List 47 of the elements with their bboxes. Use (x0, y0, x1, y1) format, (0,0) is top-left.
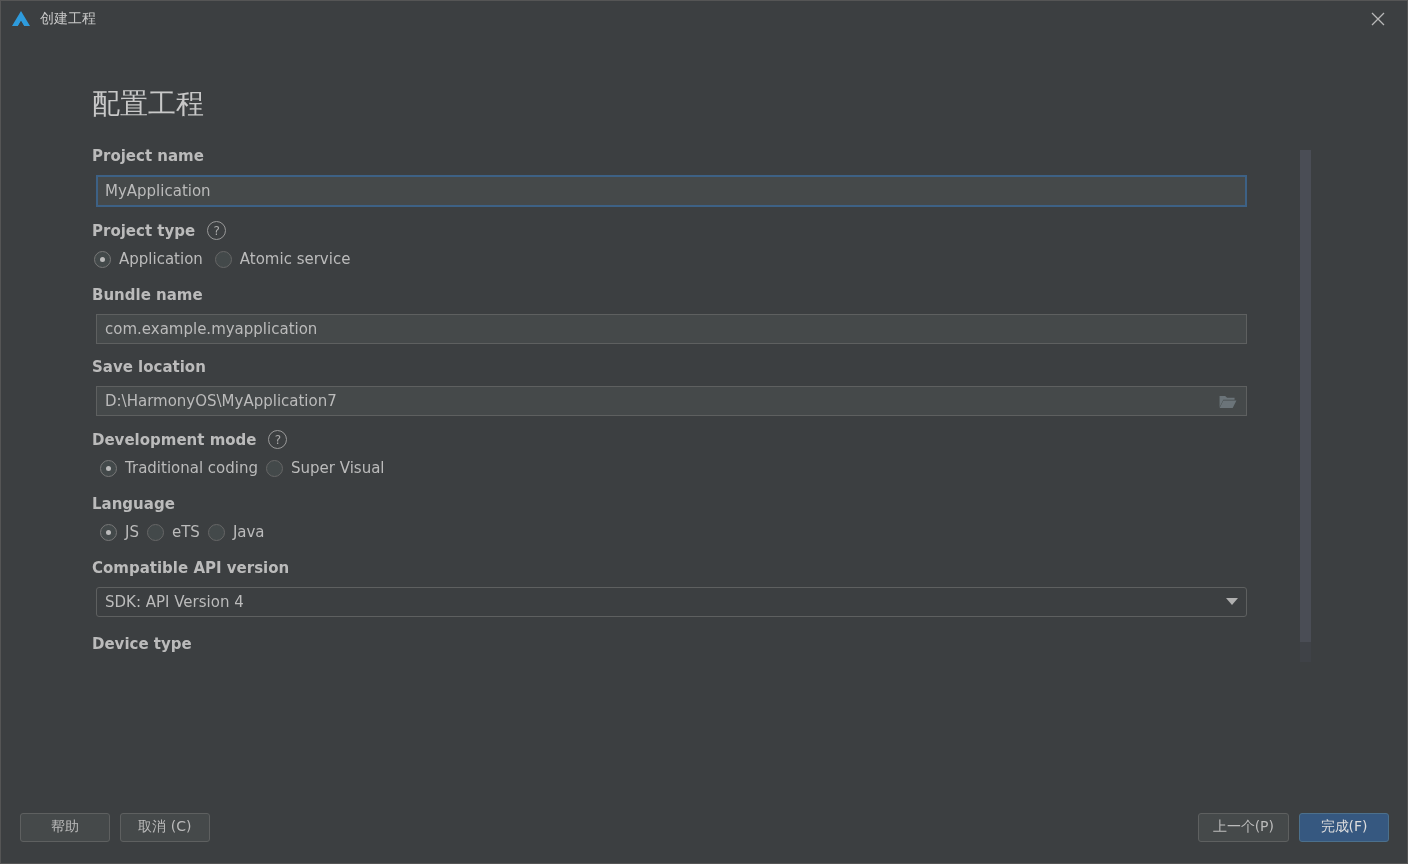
radio-icon[interactable] (207, 523, 225, 541)
radio-label: Atomic service (239, 250, 351, 268)
field-value: D:\HarmonyOS\MyApplication7 (105, 392, 337, 410)
radio-option[interactable]: Application (94, 250, 203, 268)
radio-option[interactable]: Atomic service (214, 250, 351, 268)
radio-icon[interactable] (266, 459, 283, 477)
text-field[interactable]: MyApplication (96, 175, 1247, 207)
dialog-button[interactable]: 完成(F) (1299, 812, 1389, 842)
path-field[interactable]: D:\HarmonyOS\MyApplication7 (96, 386, 1247, 416)
field-label: Development mode (92, 430, 257, 449)
radio-label: Super Visual (291, 459, 385, 477)
radio-icon[interactable] (214, 250, 232, 268)
page-heading: 配置工程 (92, 86, 205, 122)
radio-label: Application (119, 250, 203, 268)
field-value: com.example.myapplication (105, 320, 318, 338)
field-value: MyApplication (105, 182, 211, 200)
dialog-button[interactable]: 帮助 (20, 812, 110, 842)
version-dropdown[interactable]: SDK: API Version 4 (96, 587, 1247, 617)
dropdown-value: SDK: API Version 4 (105, 593, 244, 611)
radio-option[interactable]: Traditional coding (100, 459, 258, 477)
field-label: Project type (92, 221, 196, 240)
radio-label: Traditional coding (125, 459, 258, 477)
radio-label: eTS (171, 523, 200, 541)
triangle-logo-icon (11, 10, 31, 28)
field-label: Device type (92, 635, 192, 653)
radio-option[interactable]: Super Visual (266, 459, 385, 477)
radio-label: Java (232, 523, 265, 541)
text-field[interactable]: com.example.myapplication (96, 314, 1247, 344)
radio-icon[interactable] (100, 459, 117, 477)
field-label: Save location (92, 358, 206, 376)
radio-icon[interactable] (100, 523, 117, 541)
caret-icon (1226, 598, 1238, 606)
radio-label: JS (125, 523, 139, 541)
field-label: Language (92, 495, 175, 513)
field-label: Project name (92, 147, 204, 165)
radio-option[interactable]: JS (100, 523, 139, 541)
field-label: Compatible API version (92, 559, 290, 577)
close-icon[interactable] (1371, 12, 1385, 26)
radio-option[interactable]: Java (207, 523, 265, 541)
field-label: Bundle name (92, 286, 203, 304)
folder-icon[interactable] (1218, 393, 1238, 409)
radio-icon[interactable] (146, 523, 164, 541)
dialog-button[interactable]: 上一个(P) (1197, 812, 1289, 842)
window-title: 创建工程 (40, 10, 96, 28)
radio-icon[interactable] (94, 250, 111, 268)
radio-option[interactable]: eTS (146, 523, 200, 541)
dialog-button[interactable]: 取消 (C) (120, 812, 210, 842)
